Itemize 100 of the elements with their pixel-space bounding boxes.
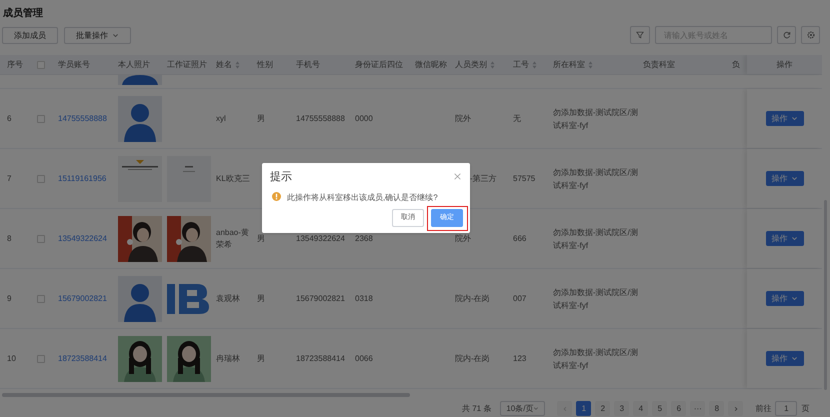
avatar-icon [118, 96, 162, 142]
table-cell: 18723588414 [296, 352, 345, 364]
table-cell: 123 [513, 352, 526, 364]
action-dropdown-button[interactable]: 操作 [766, 171, 804, 186]
table-cell: 10 [7, 352, 16, 364]
column-header[interactable]: 所在科室 [553, 58, 593, 70]
table-cell: xyl [216, 112, 226, 124]
caret-icon [790, 295, 798, 302]
table-cell: 14755558888 [296, 112, 345, 124]
table-cell: 袁观林 [216, 292, 240, 304]
table-cell-text: 勿添加数据-测试院区/测试科室-fyf [553, 166, 638, 192]
table-cell: 0066 [355, 352, 373, 364]
column-header: 微信昵称 [415, 58, 447, 70]
table-cell: 男 [257, 352, 265, 364]
table-cell: 57575 [513, 172, 536, 184]
sort-icon[interactable] [490, 60, 495, 68]
table-cell: 院外 [455, 112, 471, 124]
goto-label: 前往 [755, 402, 772, 414]
chevron-right-icon [732, 406, 739, 412]
table-cell-text: 勿添加数据-测试院区/测试科室-fyf [553, 226, 638, 252]
total-count: 共 71 条 [462, 402, 492, 414]
page-button[interactable]: 3 [614, 401, 630, 416]
table-cell: 男 [257, 112, 265, 124]
dialog-message: 此操作将从科室移出该成员,确认是否继续? [287, 192, 438, 204]
column-header: 本人照片 [118, 58, 150, 70]
table-cell-text: anbao-黄荣希 [216, 226, 250, 250]
close-icon [454, 172, 460, 180]
settings-icon [806, 31, 814, 39]
sort-icon[interactable] [235, 60, 240, 68]
action-dropdown-button[interactable]: 操作 [766, 351, 804, 366]
close-button[interactable] [453, 172, 461, 180]
goto-suffix: 页 [801, 402, 810, 414]
table-cell: 13549322624 [296, 232, 345, 244]
settings-button[interactable] [801, 26, 820, 44]
column-header[interactable]: 工号 [513, 58, 537, 70]
column-header: 序号 [7, 58, 23, 70]
sort-icon[interactable] [588, 60, 593, 68]
table-cell: 男 [257, 232, 265, 244]
caret-icon [790, 175, 798, 182]
table-cell: 无 [513, 112, 521, 124]
account-link[interactable]: 15679002821 [58, 292, 107, 304]
table-cell: 666 [513, 232, 526, 244]
page-size-select[interactable]: 10条/页 [500, 401, 546, 416]
table-cell-text: 勿添加数据-测试院区/测试科室-fyf [553, 106, 638, 132]
next-page-button[interactable] [728, 401, 744, 416]
page-button[interactable]: ··· [690, 401, 706, 416]
checkbox[interactable] [37, 60, 45, 68]
column-header: 负责科室 [643, 58, 675, 70]
add-button[interactable]: 添加成员 [2, 27, 58, 44]
filter-button[interactable] [630, 26, 650, 44]
table-cell: -第三方 [470, 172, 497, 184]
table-cell-text: 勿添加数据-测试院区/测试科室-fyf [553, 346, 638, 372]
page-button[interactable]: 5 [652, 401, 668, 416]
previous-page-button[interactable] [557, 401, 572, 416]
column-header: 工作证照片 [167, 58, 207, 70]
table-cell: 15679002821 [296, 292, 345, 304]
caret-icon [790, 115, 798, 122]
column-header[interactable]: 人员类别 [455, 58, 495, 70]
caret-icon [533, 405, 540, 412]
account-link[interactable]: 14755558888 [58, 112, 107, 124]
table-cell: 院内-在岗 [455, 352, 490, 364]
refresh-icon [782, 31, 790, 39]
page-button[interactable]: 2 [595, 401, 610, 416]
table-cell: 冉瑞林 [216, 352, 240, 364]
dialog-title: 提示 [270, 170, 292, 185]
account-link[interactable]: 15119161956 [58, 172, 106, 184]
dropdown-button[interactable]: 批量操作 [64, 27, 131, 44]
sort-icon[interactable] [532, 60, 537, 68]
table-cell: 007 [513, 292, 526, 304]
table-cell: 0318 [355, 292, 373, 304]
page-number-field[interactable]: 1 [775, 401, 798, 416]
action-dropdown-button[interactable]: 操作 [766, 111, 804, 126]
page-button[interactable]: 6 [671, 401, 686, 416]
caret-icon [790, 355, 798, 362]
checkbox[interactable] [37, 354, 45, 362]
table-cell: 2368 [355, 232, 373, 244]
avatar-icon [118, 276, 162, 322]
table-cell: 6 [7, 112, 12, 124]
checkbox[interactable] [37, 234, 45, 242]
page-button[interactable]: 4 [633, 401, 648, 416]
action-dropdown-button[interactable]: 操作 [766, 231, 804, 246]
account-link[interactable]: 18723588414 [58, 352, 107, 364]
page-button[interactable]: 1 [576, 401, 592, 416]
account-link[interactable]: 13549322624 [58, 232, 107, 244]
column-header: 手机号 [296, 58, 320, 70]
refresh-button[interactable] [777, 26, 796, 44]
column-header[interactable]: 姓名 [216, 58, 240, 70]
filter-icon [636, 31, 644, 39]
action-dropdown-button[interactable]: 操作 [766, 291, 804, 306]
column-header: 性别 [257, 58, 273, 70]
column-header: 身份证后四位 [355, 58, 403, 70]
page-title: 成员管理 [3, 6, 43, 21]
table-cell: 7 [7, 172, 12, 184]
caret-icon [790, 235, 798, 242]
page-button[interactable]: 8 [709, 401, 724, 416]
checkbox[interactable] [37, 114, 45, 122]
column-header: 学员账号 [58, 58, 90, 70]
table-cell: 男 [257, 292, 265, 304]
checkbox[interactable] [37, 174, 45, 182]
checkbox[interactable] [37, 294, 45, 302]
